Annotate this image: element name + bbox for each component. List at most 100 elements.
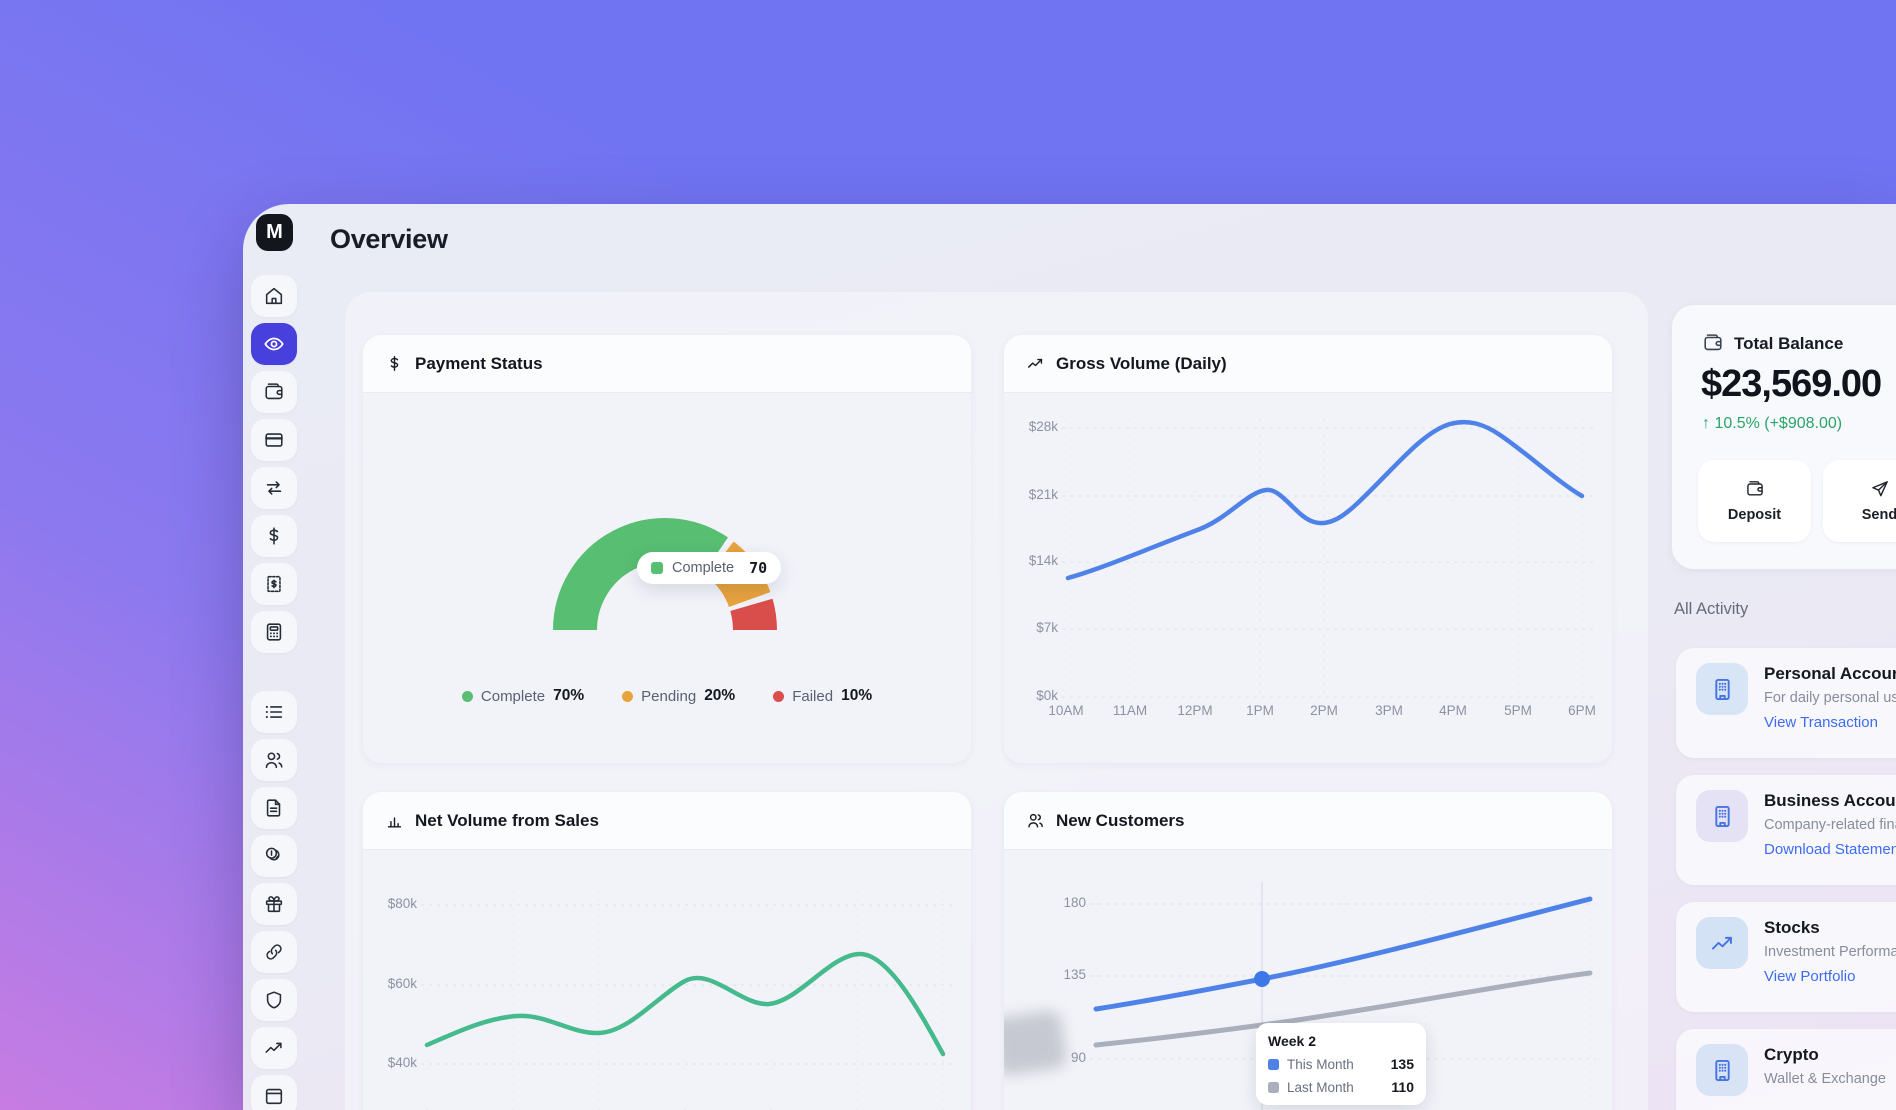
view-transaction-link[interactable]: View Transaction: [1764, 714, 1878, 731]
wallet-icon: [1745, 479, 1765, 499]
building-icon: [1709, 676, 1736, 703]
sidebar-item-wallet[interactable]: [251, 371, 297, 413]
y-tick: $40k: [375, 1055, 417, 1070]
send-icon: [1870, 479, 1890, 499]
y-tick: $21k: [1016, 487, 1058, 502]
all-activity-heading: All Activity: [1674, 600, 1748, 619]
view-portfolio-link[interactable]: View Portfolio: [1764, 968, 1855, 985]
sidebar-item-payments[interactable]: [251, 515, 297, 557]
activity-item-crypto: Crypto Wallet & Exchange: [1676, 1029, 1896, 1110]
browser-icon: [263, 1085, 285, 1107]
activity-title: Crypto: [1764, 1045, 1819, 1065]
link-icon: [263, 941, 285, 963]
legend-value: 70%: [553, 687, 584, 705]
sidebar-item-coins[interactable]: [251, 835, 297, 877]
x-tick: 3PM: [1365, 703, 1413, 718]
transfer-arrows-icon: [263, 477, 285, 499]
home-icon: [263, 285, 285, 307]
shield-icon: [263, 989, 285, 1011]
deposit-label: Deposit: [1728, 507, 1781, 523]
sidebar-item-links[interactable]: [251, 931, 297, 973]
legend-item-failed: Failed 10%: [773, 687, 872, 705]
sidebar: [251, 275, 297, 1110]
net-volume-line-chart[interactable]: [363, 792, 971, 1110]
activity-item-business-account: Business Account Company-related finance…: [1676, 775, 1896, 885]
gift-icon: [263, 893, 285, 915]
tooltip-swatch: [1268, 1082, 1279, 1093]
sidebar-item-security[interactable]: [251, 979, 297, 1021]
tooltip-label: Last Month: [1287, 1080, 1354, 1095]
gauge-tooltip: Complete 70: [637, 552, 781, 584]
deposit-button[interactable]: Deposit: [1698, 460, 1811, 542]
net-volume-card: Net Volume from Sales $80k $60k $40k $20…: [363, 792, 971, 1110]
card-title: Payment Status: [415, 354, 543, 374]
x-tick: 1PM: [1236, 703, 1284, 718]
account-icon-box: [1696, 917, 1748, 969]
coins-icon: [263, 845, 285, 867]
y-tick: $60k: [375, 976, 417, 991]
eye-icon: [263, 333, 285, 355]
tooltip-swatch: [651, 562, 663, 574]
sidebar-item-cards[interactable]: [251, 419, 297, 461]
balance-change: ↑ 10.5% (+$908.00): [1702, 415, 1842, 433]
legend-item-pending: Pending 20%: [622, 687, 735, 705]
sidebar-item-transfers[interactable]: [251, 467, 297, 509]
legend-dot: [773, 691, 784, 702]
blur-artifact: [1004, 1009, 1068, 1076]
sidebar-item-list[interactable]: [251, 691, 297, 733]
legend-label: Pending: [641, 688, 696, 705]
tooltip-row: This Month 135: [1268, 1056, 1414, 1072]
x-tick: 6PM: [1558, 703, 1606, 718]
send-button[interactable]: Send: [1823, 460, 1896, 542]
activity-subtitle: Company-related finances: [1764, 817, 1896, 833]
sidebar-item-analytics[interactable]: [251, 1027, 297, 1069]
tooltip-value: 70: [749, 559, 767, 577]
dollar-icon: [385, 354, 404, 373]
sidebar-item-rewards[interactable]: [251, 883, 297, 925]
gross-volume-line-chart[interactable]: [1004, 335, 1612, 763]
balance-label: Total Balance: [1734, 334, 1843, 354]
tooltip-value: 135: [1391, 1056, 1414, 1072]
legend-value: 10%: [841, 687, 872, 705]
tooltip-label: Complete: [672, 560, 734, 576]
y-tick: $7k: [1016, 620, 1058, 635]
sidebar-item-invoices[interactable]: [251, 563, 297, 605]
activity-title: Business Account: [1764, 791, 1896, 811]
activity-item-personal-account: Personal Account For daily personal use …: [1676, 648, 1896, 758]
building-icon: [1709, 803, 1736, 830]
download-statement-link[interactable]: Download Statement: [1764, 841, 1896, 858]
account-icon-box: [1696, 790, 1748, 842]
sidebar-item-customers[interactable]: [251, 739, 297, 781]
activity-item-stocks: Stocks Investment Performance View Portf…: [1676, 902, 1896, 1012]
y-tick: $28k: [1016, 419, 1058, 434]
trending-up-icon: [1709, 930, 1736, 957]
balance-amount: $23,569.00: [1701, 363, 1881, 406]
y-tick: $14k: [1016, 553, 1058, 568]
calculator-icon: [263, 621, 285, 643]
activity-subtitle: Investment Performance: [1764, 944, 1896, 960]
activity-subtitle: For daily personal use: [1764, 690, 1896, 706]
legend-dot: [462, 691, 473, 702]
legend-dot: [622, 691, 633, 702]
receipt-dollar-icon: [263, 573, 285, 595]
activity-title: Personal Account: [1764, 664, 1896, 684]
wallet-icon: [1702, 332, 1724, 359]
sidebar-group-divider: [251, 659, 297, 685]
legend-item-complete: Complete 70%: [462, 687, 584, 705]
tooltip-value: 110: [1391, 1079, 1414, 1095]
y-tick: $80k: [375, 896, 417, 911]
tooltip-title: Week 2: [1268, 1033, 1414, 1049]
page-title: Overview: [330, 224, 448, 255]
sidebar-item-home[interactable]: [251, 275, 297, 317]
sidebar-item-documents[interactable]: [251, 787, 297, 829]
building-icon: [1709, 1057, 1736, 1084]
sidebar-item-browser[interactable]: [251, 1075, 297, 1110]
app-logo[interactable]: M: [256, 214, 293, 251]
activity-title: Stocks: [1764, 918, 1820, 938]
send-label: Send: [1862, 507, 1896, 523]
sidebar-item-overview[interactable]: [251, 323, 297, 365]
highlighted-point: [1254, 971, 1270, 987]
dollar-icon: [263, 525, 285, 547]
x-tick: 11AM: [1106, 703, 1154, 718]
sidebar-item-calculator[interactable]: [251, 611, 297, 653]
